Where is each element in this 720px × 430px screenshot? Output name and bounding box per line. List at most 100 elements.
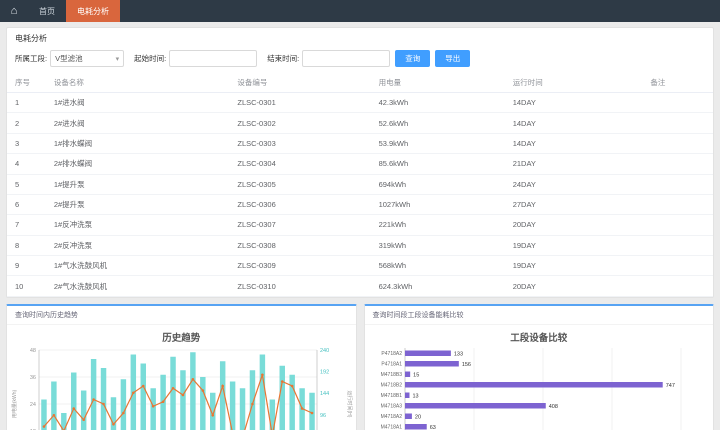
start-time-label: 起始时间: xyxy=(134,53,166,64)
table-cell: 2 xyxy=(7,113,46,133)
table-cell: 14DAY xyxy=(505,113,643,133)
table-cell: 24DAY xyxy=(505,174,643,194)
table-header-cell: 运行时间 xyxy=(505,73,643,93)
table-header-cell: 备注 xyxy=(642,73,713,93)
svg-text:24: 24 xyxy=(30,402,36,408)
table-cell: ZLSC-0304 xyxy=(229,154,370,174)
svg-text:用电量(kWh): 用电量(kWh) xyxy=(11,389,18,418)
table-cell: 6 xyxy=(7,194,46,214)
home-icon[interactable]: ⌂ xyxy=(0,0,28,22)
svg-text:144: 144 xyxy=(320,391,329,397)
svg-text:运行时间(H): 运行时间(H) xyxy=(346,390,353,417)
table-cell: 27DAY xyxy=(505,194,643,214)
svg-text:96: 96 xyxy=(320,413,326,419)
end-time-label: 结束时间: xyxy=(267,53,299,64)
table-cell: 2#反冲洗泵 xyxy=(46,235,230,255)
svg-text:M4718A1: M4718A1 xyxy=(380,424,402,430)
svg-text:M4718A3: M4718A3 xyxy=(380,403,402,409)
table-cell: ZLSC-0309 xyxy=(229,256,370,276)
table-cell xyxy=(642,174,713,194)
table-cell: ZLSC-0301 xyxy=(229,93,370,113)
history-trend-chart-title: 历史趋势 xyxy=(7,325,356,344)
tab-home[interactable]: 首页 xyxy=(28,0,66,22)
svg-text:20: 20 xyxy=(414,414,420,420)
table-cell: 1#气水洗鼓风机 xyxy=(46,256,230,276)
table-cell: 2#提升泵 xyxy=(46,194,230,214)
table-cell: 19DAY xyxy=(505,256,643,276)
table-cell: 319kWh xyxy=(371,235,505,255)
table-cell: 3 xyxy=(7,133,46,153)
export-button[interactable]: 导出 xyxy=(435,50,470,67)
svg-text:747: 747 xyxy=(665,383,674,389)
device-table: 序号设备名称设备编号用电量运行时间备注 11#进水阀ZLSC-030142.3k… xyxy=(7,73,713,297)
section-select-value: V型滤池 xyxy=(55,53,83,64)
table-cell xyxy=(642,113,713,133)
panel-title: 电耗分析 xyxy=(7,28,713,47)
table-cell xyxy=(642,215,713,235)
table-cell: ZLSC-0308 xyxy=(229,235,370,255)
device-compare-panel: 查询时间段工段设备能耗比较 工段设备比较 0200400600800P4718A… xyxy=(364,304,715,430)
table-cell: 5 xyxy=(7,174,46,194)
table-row: 31#排水蝶阀ZLSC-030353.9kWh14DAY xyxy=(7,133,713,153)
page-content: 电耗分析 所属工段: V型滤池 ▾ 起始时间: 结束时间: 查询 导出 序号设备… xyxy=(0,22,720,430)
table-cell: 624.3kWh xyxy=(371,276,505,296)
section-select[interactable]: V型滤池 ▾ xyxy=(50,50,124,67)
history-trend-chart: 0122436480489614419224011-0111-0211-0311… xyxy=(7,344,356,430)
filter-bar: 所属工段: V型滤池 ▾ 起始时间: 结束时间: 查询 导出 xyxy=(7,47,713,73)
query-button[interactable]: 查询 xyxy=(395,50,430,67)
device-compare-chart-title: 工段设备比较 xyxy=(365,325,714,344)
table-cell: 19DAY xyxy=(505,235,643,255)
table-header-cell: 设备编号 xyxy=(229,73,370,93)
table-row: 22#进水阀ZLSC-030252.6kWh14DAY xyxy=(7,113,713,133)
table-cell: 20DAY xyxy=(505,276,643,296)
table-cell: 221kWh xyxy=(371,215,505,235)
table-cell: 21DAY xyxy=(505,154,643,174)
table-cell: 1#提升泵 xyxy=(46,174,230,194)
table-cell: 9 xyxy=(7,256,46,276)
history-trend-header: 查询时间内历史趋势 xyxy=(7,306,356,325)
svg-text:408: 408 xyxy=(548,404,557,410)
svg-text:48: 48 xyxy=(30,348,36,354)
table-cell: 2#进水阀 xyxy=(46,113,230,133)
device-compare-header: 查询时间段工段设备能耗比较 xyxy=(365,306,714,325)
table-cell: 1 xyxy=(7,93,46,113)
table-cell xyxy=(642,194,713,214)
svg-text:P4718A1: P4718A1 xyxy=(381,361,402,367)
device-compare-chart: 0200400600800P4718A2133P4718A1156M4718B3… xyxy=(365,344,714,430)
svg-text:156: 156 xyxy=(461,362,470,368)
start-time-input[interactable] xyxy=(169,50,257,67)
table-cell: 42.3kWh xyxy=(371,93,505,113)
svg-text:13: 13 xyxy=(412,393,418,399)
table-cell: 2#排水蝶阀 xyxy=(46,154,230,174)
table-row: 62#提升泵ZLSC-03061027kWh27DAY xyxy=(7,194,713,214)
table-cell: ZLSC-0303 xyxy=(229,133,370,153)
svg-text:P4718A2: P4718A2 xyxy=(381,351,402,357)
table-cell: ZLSC-0302 xyxy=(229,113,370,133)
chevron-down-icon: ▾ xyxy=(116,55,120,63)
table-cell xyxy=(642,133,713,153)
table-cell xyxy=(642,235,713,255)
table-row: 71#反冲洗泵ZLSC-0307221kWh20DAY xyxy=(7,215,713,235)
table-cell: 694kWh xyxy=(371,174,505,194)
table-cell xyxy=(642,93,713,113)
table-row: 102#气水洗鼓风机ZLSC-0310624.3kWh20DAY xyxy=(7,276,713,296)
end-time-input[interactable] xyxy=(302,50,390,67)
device-table-body: 11#进水阀ZLSC-030142.3kWh14DAY22#进水阀ZLSC-03… xyxy=(7,93,713,297)
svg-text:133: 133 xyxy=(453,351,462,357)
table-cell xyxy=(642,154,713,174)
table-cell: 14DAY xyxy=(505,133,643,153)
table-cell: 85.6kWh xyxy=(371,154,505,174)
table-cell: 1#排水蝶阀 xyxy=(46,133,230,153)
table-cell: 1#进水阀 xyxy=(46,93,230,113)
history-trend-svg: 0122436480489614419224011-0111-0211-0311… xyxy=(9,344,353,430)
table-row: 91#气水洗鼓风机ZLSC-0309568kWh19DAY xyxy=(7,256,713,276)
table-header-cell: 设备名称 xyxy=(46,73,230,93)
table-cell: 52.6kWh xyxy=(371,113,505,133)
table-cell: 1027kWh xyxy=(371,194,505,214)
table-cell xyxy=(642,256,713,276)
table-cell: 2#气水洗鼓风机 xyxy=(46,276,230,296)
table-header-cell: 用电量 xyxy=(371,73,505,93)
svg-text:M4718B1: M4718B1 xyxy=(380,393,402,399)
tab-power-analysis[interactable]: 电耗分析 xyxy=(66,0,120,22)
table-cell: 14DAY xyxy=(505,93,643,113)
